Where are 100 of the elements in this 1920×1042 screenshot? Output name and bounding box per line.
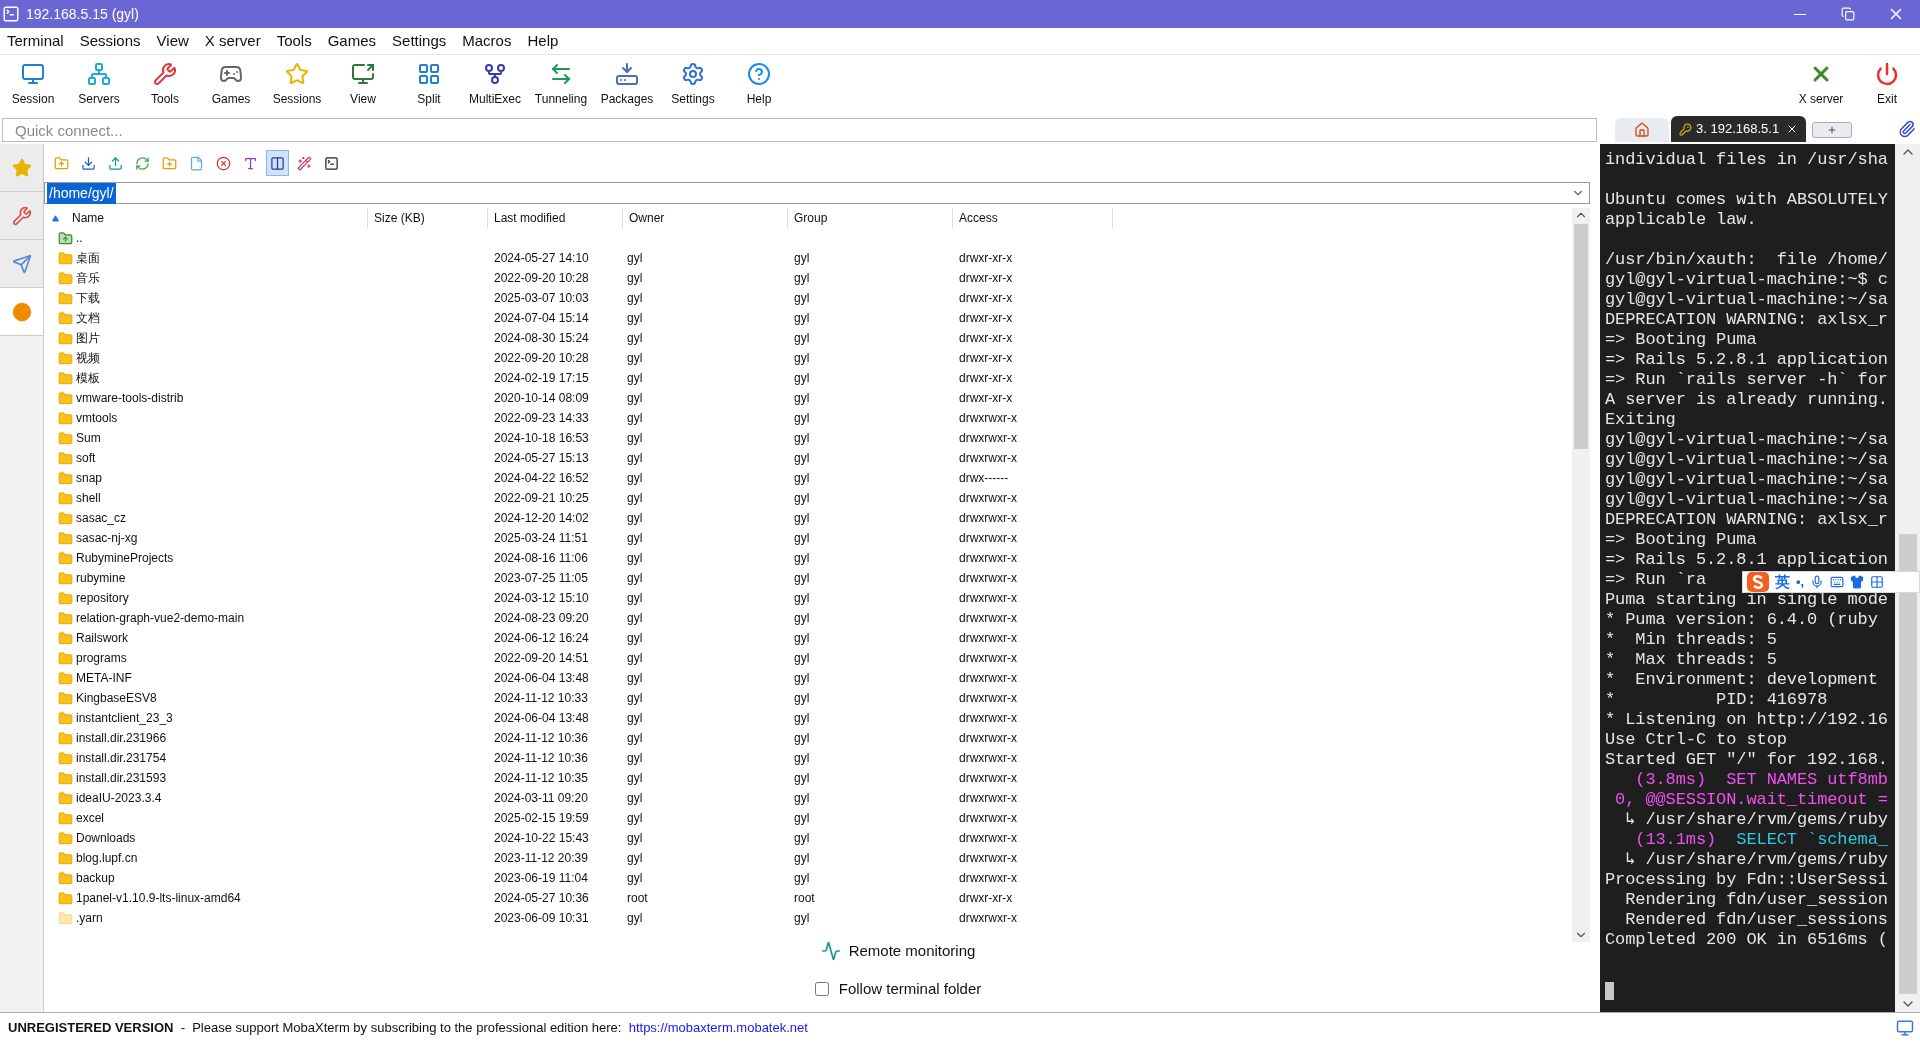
column-header[interactable]: Last modified <box>488 208 623 228</box>
file-name[interactable]: install.dir.231754 <box>76 749 167 767</box>
modified-date: 2023-06-19 11:04 <box>493 871 588 885</box>
modified-date: 2024-03-11 09:20 <box>493 791 588 805</box>
file-name[interactable]: repository <box>76 589 129 607</box>
sidebar-tab[interactable] <box>0 240 43 288</box>
toolbar-button[interactable]: Split <box>396 56 462 113</box>
new-tab-button[interactable] <box>1812 122 1852 138</box>
file-name[interactable]: backup <box>76 869 115 887</box>
toolbar-button[interactable]: Packages <box>594 56 660 113</box>
file-name[interactable]: 模板 <box>76 369 100 387</box>
file-name[interactable]: 1panel-v1.10.9-lts-linux-amd64 <box>76 889 241 907</box>
toolbar-button[interactable]: Session <box>0 56 66 113</box>
home-tab[interactable] <box>1615 118 1669 142</box>
terminal-line: DEPRECATION WARNING: axlsx_r <box>1605 510 1888 530</box>
terminal-line: Started GET "/" for 192.168. <box>1605 750 1888 770</box>
file-name[interactable]: relation-graph-vue2-demo-main <box>76 609 245 627</box>
delete-icon <box>216 155 231 171</box>
file-tool-button[interactable] <box>266 150 289 176</box>
file-name[interactable]: Sum <box>76 429 101 447</box>
modified-date: 2024-08-16 11:06 <box>493 551 588 565</box>
file-name[interactable]: excel <box>76 809 104 827</box>
toolbar-button[interactable]: X server <box>1788 56 1854 113</box>
toolbar-button[interactable]: Games <box>198 56 264 113</box>
column-header[interactable]: Name <box>44 208 368 228</box>
file-name[interactable]: KingbaseESV8 <box>76 689 157 707</box>
file-name[interactable]: rubymine <box>76 569 126 587</box>
file-name[interactable]: META-INF <box>76 669 132 687</box>
file-name[interactable]: instantclient_23_3 <box>76 709 173 727</box>
mic-icon[interactable] <box>1810 575 1825 589</box>
file-name[interactable]: snap <box>76 469 103 487</box>
sidebar-tab[interactable] <box>0 192 43 240</box>
column-header[interactable]: Access <box>953 208 1113 228</box>
toolbar-button[interactable]: Tunneling <box>528 56 594 113</box>
terminal-line: * Max threads: 5 <box>1605 650 1777 670</box>
file-name[interactable]: 文档 <box>76 309 100 327</box>
file-name[interactable]: install.dir.231593 <box>76 769 167 787</box>
menu-item[interactable]: Macros <box>457 29 517 53</box>
file-name[interactable]: 下载 <box>76 289 100 307</box>
session-tab[interactable]: 3. 192.168.5.1 <box>1671 116 1806 142</box>
modified-date: 2023-07-25 11:05 <box>493 571 588 585</box>
file-name[interactable]: sasac-nj-xg <box>76 529 138 547</box>
terminal-scrollbar[interactable] <box>1895 144 1920 1012</box>
keyboard-icon[interactable] <box>1830 575 1845 589</box>
file-name[interactable]: sasac_cz <box>76 509 127 527</box>
toolbar-button[interactable]: Servers <box>66 56 132 113</box>
permissions: drwxr-xr-x <box>958 351 1013 365</box>
file-name[interactable]: 桌面 <box>76 249 100 267</box>
toolbar-button[interactable]: Settings <box>660 56 726 113</box>
file-name[interactable]: RubymineProjects <box>76 549 174 567</box>
quick-connect-field[interactable]: Quick connect... <box>2 118 1597 142</box>
file-name[interactable]: vmtools <box>76 409 118 427</box>
website-link[interactable]: https://mobaxterm.mobatek.net <box>628 1019 808 1035</box>
toolbar-button[interactable]: Help <box>726 56 792 113</box>
menu-item[interactable]: Settings <box>387 29 452 53</box>
scroll-thumb[interactable] <box>1898 534 1917 994</box>
terminal-line: gyl@gyl-virtual-machine:~/sa <box>1605 290 1888 310</box>
owner-name: root <box>626 891 648 905</box>
file-name[interactable]: install.dir.231966 <box>76 729 167 747</box>
file-name[interactable]: 视频 <box>76 349 100 367</box>
file-name[interactable]: Railswork <box>76 629 128 647</box>
file-name[interactable]: 图片 <box>76 329 100 347</box>
toolbar-button[interactable]: Exit <box>1854 56 1920 113</box>
grid-icon[interactable] <box>1870 575 1885 589</box>
column-header[interactable]: Group <box>788 208 953 228</box>
file-name[interactable]: .yarn <box>76 909 103 927</box>
menu-item[interactable]: Tools <box>271 29 317 53</box>
remote-monitoring-button[interactable]: Remote monitoring <box>848 939 976 963</box>
column-header[interactable]: Size (KB) <box>368 208 488 228</box>
menu-item[interactable]: Sessions <box>74 29 146 53</box>
file-name[interactable]: soft <box>76 449 96 467</box>
sidebar-tab[interactable] <box>0 144 43 192</box>
toolbar-button[interactable]: View <box>330 56 396 113</box>
menu-item[interactable]: View <box>151 29 194 53</box>
toolbar-button[interactable]: Sessions <box>264 56 330 113</box>
sidebar-tab[interactable] <box>0 288 43 336</box>
file-name[interactable]: Downloads <box>76 829 136 847</box>
menu-item[interactable]: Help <box>522 29 564 53</box>
path-field[interactable]: /home/gyl/ <box>44 182 1590 204</box>
file-name[interactable]: blog.lupf.cn <box>76 849 138 867</box>
ime-logo[interactable] <box>1747 572 1769 592</box>
menu-item[interactable]: Games <box>322 29 382 53</box>
shirt-icon[interactable] <box>1850 575 1865 589</box>
menu-item[interactable]: Terminal <box>2 29 69 53</box>
file-name[interactable]: shell <box>76 489 101 507</box>
file-scrollbar[interactable] <box>1572 208 1590 942</box>
scroll-thumb[interactable] <box>1574 224 1588 449</box>
terminal-line: => Rails 5.2.8.1 application <box>1605 350 1888 370</box>
column-header[interactable]: Owner <box>623 208 788 228</box>
follow-folder-checkbox[interactable] <box>814 982 829 997</box>
file-name[interactable]: 音乐 <box>76 269 100 287</box>
toolbar-button[interactable]: Tools <box>132 56 198 113</box>
menu-item[interactable]: X server <box>199 29 266 53</box>
file-name[interactable]: .. <box>76 229 83 247</box>
file-name[interactable]: ideaIU-2023.3.4 <box>76 789 162 807</box>
ime-punctuation[interactable]: •, <box>1796 572 1805 592</box>
file-name[interactable]: programs <box>76 649 127 667</box>
group-name: gyl <box>793 731 810 745</box>
toolbar-button[interactable]: MultiExec <box>462 56 528 113</box>
file-name[interactable]: vmware-tools-distrib <box>76 389 184 407</box>
